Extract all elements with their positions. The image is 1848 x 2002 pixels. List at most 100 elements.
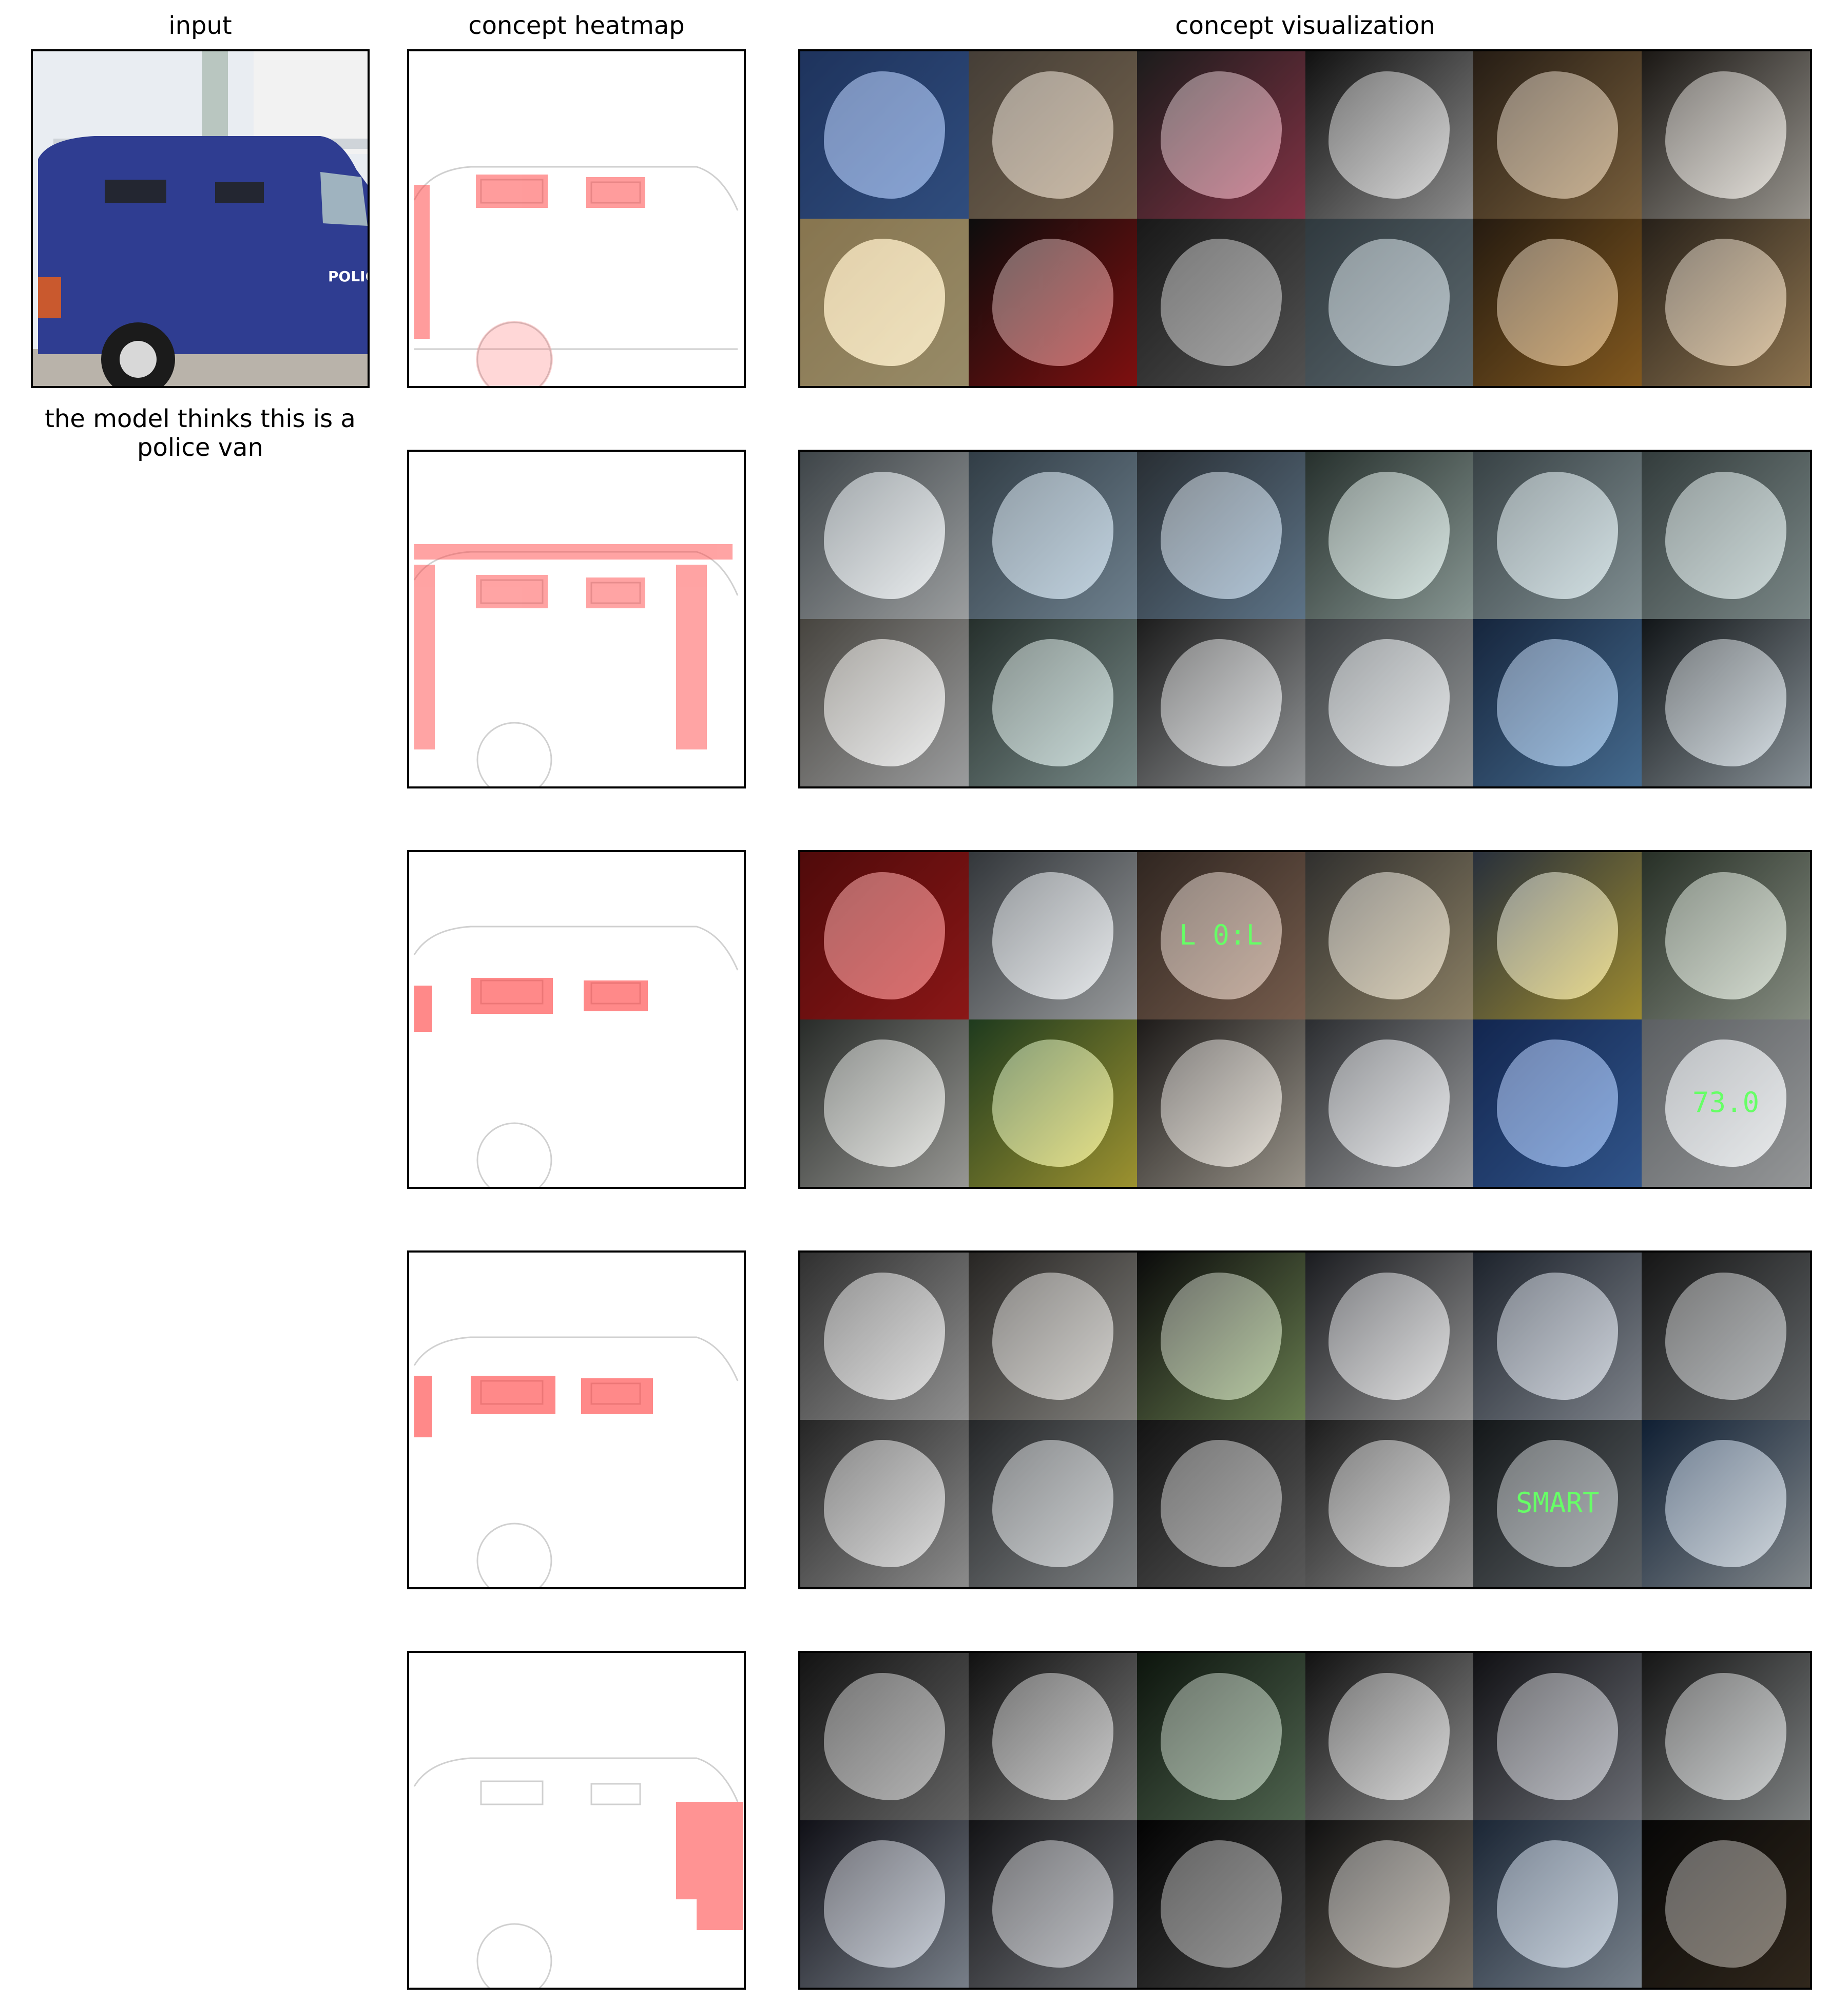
concept-region-highlight [823, 1273, 945, 1400]
concept-tile: 73.0 [1642, 1019, 1810, 1187]
concept-tile [1137, 1420, 1305, 1587]
concept-region-highlight [1329, 239, 1450, 366]
concept-visualization-3: L 0:L 73.0 [798, 850, 1812, 1189]
concept-region-highlight [1497, 639, 1619, 766]
concept-tile [1642, 852, 1810, 1019]
concept-region-highlight [1497, 71, 1619, 199]
concept-region-highlight [1665, 472, 1787, 599]
concept-tile: L 0:L [1137, 852, 1305, 1019]
concept-tile [1642, 619, 1810, 786]
tile-text: SMART [1515, 1487, 1600, 1519]
concept-tile [1642, 1420, 1810, 1587]
concept-tile [1473, 219, 1642, 386]
input-image: POLIC [31, 49, 370, 388]
concept-tile [1305, 1820, 1474, 1988]
concept-tile [1473, 619, 1642, 786]
concept-tile [968, 51, 1137, 219]
concept-tile [800, 1820, 969, 1988]
concept-region-highlight [823, 239, 945, 366]
concept-tile [1305, 852, 1474, 1019]
concept-region-highlight [1160, 472, 1282, 599]
concept-tile [968, 619, 1137, 786]
concept-tile [1473, 1253, 1642, 1420]
concept-region-highlight [1665, 1440, 1787, 1567]
concept-tile [800, 619, 969, 786]
concept-tile [1305, 51, 1474, 219]
concept-tile [1137, 1019, 1305, 1187]
concept-tile [968, 1420, 1137, 1587]
concept-region-highlight [1665, 1840, 1787, 1968]
concept-region-highlight [1329, 1440, 1450, 1567]
concept-tile [1642, 452, 1810, 619]
concept-region-highlight [1497, 1840, 1619, 1968]
concept-region-highlight [1160, 239, 1282, 366]
concept-region-highlight [1665, 239, 1787, 366]
visualization-header: concept visualization [1175, 11, 1435, 40]
concept-region-highlight [1160, 1673, 1282, 1800]
concept-region-highlight [1160, 1273, 1282, 1400]
concept-region-highlight [823, 472, 945, 599]
concept-region-highlight [1329, 71, 1450, 199]
concept-tile [968, 852, 1137, 1019]
prediction-caption: the model thinks this is a police van [45, 405, 356, 462]
concept-tile [1642, 51, 1810, 219]
concept-region-highlight [1160, 1040, 1282, 1167]
concept-region-highlight [992, 71, 1113, 199]
concept-region-highlight [992, 239, 1113, 366]
concept-heatmap-3 [407, 850, 746, 1189]
concept-tile [800, 1420, 969, 1587]
concept-region-highlight [1160, 639, 1282, 766]
police-van-illustration [33, 51, 368, 386]
concept-tile [968, 1019, 1137, 1187]
concept-region-highlight [1665, 1273, 1787, 1400]
concept-tile [1642, 219, 1810, 386]
concept-region-highlight [1497, 1673, 1619, 1800]
concept-region-highlight [1497, 472, 1619, 599]
concept-region-highlight [1329, 1673, 1450, 1800]
concept-tile [1305, 1420, 1474, 1587]
concept-tile [968, 1820, 1137, 1988]
concept-tile [1137, 1820, 1305, 1988]
concept-tile [968, 219, 1137, 386]
concept-region-highlight [1329, 472, 1450, 599]
concept-tile [1642, 1820, 1810, 1988]
concept-visualization-5 [798, 1651, 1812, 1990]
concept-region-highlight [1329, 1273, 1450, 1400]
concept-region-highlight [1160, 1440, 1282, 1567]
concept-tile [1137, 219, 1305, 386]
concept-region-highlight [992, 1440, 1113, 1567]
concept-region-highlight [1329, 872, 1450, 999]
concept-tile [1473, 852, 1642, 1019]
concept-heatmap-5 [407, 1651, 746, 1990]
concept-region-highlight [1160, 71, 1282, 199]
concept-tile [1473, 1820, 1642, 1988]
concept-tile [1137, 51, 1305, 219]
concept-tile [800, 852, 969, 1019]
concept-region-highlight [1497, 1040, 1619, 1167]
concept-visualization-2 [798, 450, 1812, 788]
tile-text: L 0:L [1179, 919, 1263, 952]
concept-tile [1473, 1653, 1642, 1820]
concept-region-highlight [823, 1673, 945, 1800]
concept-region-highlight [1160, 1840, 1282, 1968]
concept-tile [1305, 619, 1474, 786]
concept-region-highlight [823, 71, 945, 199]
concept-region-highlight [1665, 1673, 1787, 1800]
tile-text: 73.0 [1692, 1086, 1760, 1119]
concept-region-highlight [1497, 872, 1619, 999]
concept-tile [1305, 452, 1474, 619]
input-header: input [168, 11, 232, 40]
concept-region-highlight [1329, 1040, 1450, 1167]
concept-region-highlight [992, 1040, 1113, 1167]
concept-region-highlight [992, 872, 1113, 999]
concept-visualization-1 [798, 49, 1812, 388]
concept-tile [1137, 619, 1305, 786]
concept-tile [800, 1653, 969, 1820]
concept-tile: SMART [1473, 1420, 1642, 1587]
concept-tile [1137, 1253, 1305, 1420]
concept-tile [1642, 1653, 1810, 1820]
concept-region-highlight [992, 472, 1113, 599]
concept-region-highlight [1665, 872, 1787, 999]
concept-tile [1305, 1253, 1474, 1420]
concept-region-highlight [823, 1840, 945, 1968]
